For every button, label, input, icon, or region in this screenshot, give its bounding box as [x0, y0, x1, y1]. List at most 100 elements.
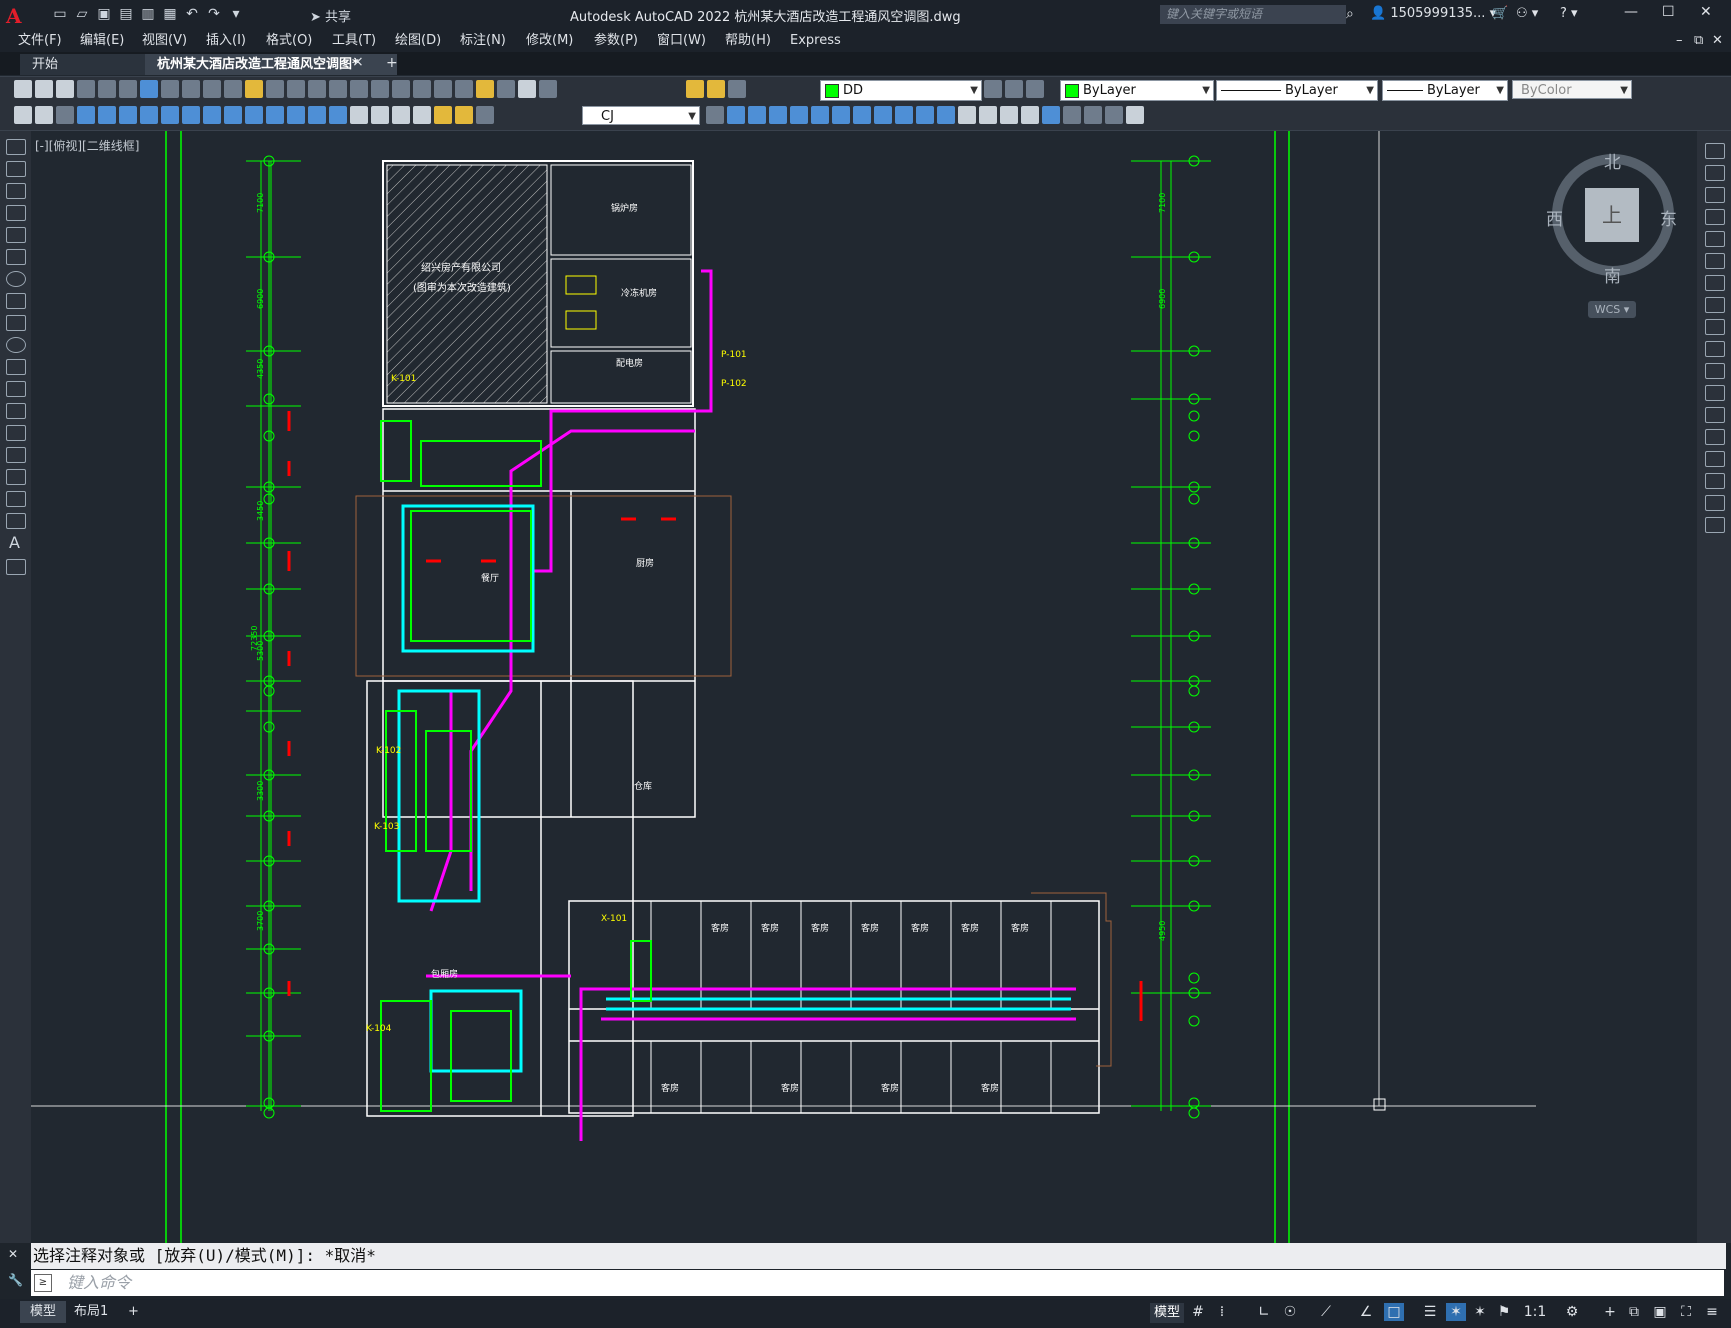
3d-union-icon[interactable] — [769, 106, 787, 124]
ellipse-arc-icon[interactable] — [6, 359, 26, 375]
offset-icon[interactable] — [1705, 209, 1725, 225]
isodraft-icon[interactable]: ⟋ — [1316, 1303, 1336, 1321]
publish-tb-icon[interactable] — [119, 80, 137, 98]
scale-dropdown[interactable]: 1:1 — [1520, 1303, 1550, 1321]
close-window-button[interactable]: ✕ — [1700, 4, 1712, 20]
command-input[interactable]: ≥ 键入命令 — [31, 1270, 1724, 1296]
model-space-button[interactable]: 模型 — [1150, 1303, 1184, 1323]
diameter-icon[interactable] — [203, 106, 221, 124]
menu-modify[interactable]: 修改(M) — [526, 30, 573, 52]
app-logo-icon[interactable]: A — [6, 4, 30, 28]
customize-qa-icon[interactable]: ▾ — [226, 4, 246, 24]
wcs-menu[interactable]: WCS ▾ — [1588, 301, 1636, 318]
layer-previous-icon[interactable] — [1005, 80, 1023, 98]
copy-object-icon[interactable] — [1705, 165, 1725, 181]
menu-format[interactable]: 格式(O) — [266, 30, 312, 52]
menu-draw[interactable]: 绘图(D) — [395, 30, 441, 52]
search-icon[interactable]: ⌕ — [1346, 6, 1354, 22]
mirror-icon[interactable] — [1705, 187, 1725, 203]
fillet-icon[interactable] — [1705, 473, 1725, 489]
brush-icon[interactable] — [245, 80, 263, 98]
help-icon[interactable]: ? ▾ — [1560, 6, 1578, 21]
polar-icon[interactable]: ☉ — [1280, 1303, 1300, 1321]
chamfer-icon[interactable] — [1705, 451, 1725, 467]
extend-icon[interactable] — [1705, 363, 1725, 379]
menu-dimension[interactable]: 标注(N) — [460, 30, 506, 52]
imprint-icon[interactable] — [1042, 106, 1060, 124]
quick-dim-icon[interactable] — [245, 106, 263, 124]
3d-align-icon[interactable] — [832, 106, 850, 124]
close-command-icon[interactable]: ✕ — [8, 1247, 18, 1261]
open-file-icon[interactable]: ▱ — [72, 4, 92, 24]
ellipse-icon[interactable] — [6, 337, 26, 353]
ortho-icon[interactable]: ∟ — [1254, 1303, 1274, 1321]
3d-mirror-icon[interactable] — [853, 106, 871, 124]
stretch-icon[interactable] — [1705, 319, 1725, 335]
pan-icon[interactable] — [308, 80, 326, 98]
blend-curves-icon[interactable] — [1705, 495, 1725, 511]
gear-icon[interactable]: ⚙ — [1562, 1303, 1582, 1321]
revcloud-icon[interactable] — [6, 293, 26, 309]
scale-icon[interactable] — [1705, 297, 1725, 313]
tab-close-icon[interactable]: × — [352, 54, 364, 70]
3d-box-icon[interactable] — [727, 106, 745, 124]
shell-icon[interactable] — [1105, 106, 1123, 124]
flatten-icon[interactable] — [1000, 106, 1018, 124]
cut-icon[interactable] — [161, 80, 179, 98]
save-icon[interactable]: ▣ — [94, 4, 114, 24]
menu-express[interactable]: Express — [790, 30, 841, 52]
open-icon[interactable] — [35, 80, 53, 98]
calculator-icon[interactable] — [497, 80, 515, 98]
new-file-icon[interactable]: ▭ — [50, 4, 70, 24]
continue-icon[interactable] — [287, 106, 305, 124]
dim-break-icon[interactable] — [329, 106, 347, 124]
dim-update-icon[interactable] — [476, 106, 494, 124]
jogged-icon[interactable] — [182, 106, 200, 124]
table-style-icon[interactable] — [56, 106, 74, 124]
region-icon[interactable] — [6, 491, 26, 507]
add-layout-button[interactable]: + — [118, 1301, 149, 1323]
erase-icon[interactable] — [1705, 143, 1725, 159]
join-icon[interactable] — [1705, 429, 1725, 445]
aligned-dim-icon[interactable] — [98, 106, 116, 124]
wrench-icon[interactable]: 🔧 — [8, 1273, 23, 1287]
design-center-icon[interactable] — [413, 80, 431, 98]
dim-override-icon[interactable] — [706, 106, 724, 124]
compass-north[interactable]: 北 — [1604, 148, 1621, 173]
color-faces-icon[interactable] — [1063, 106, 1081, 124]
doc-minimize-icon[interactable]: – — [1676, 30, 1683, 52]
center-mark-icon[interactable] — [371, 106, 389, 124]
menu-edit[interactable]: 编辑(E) — [80, 30, 124, 52]
construction-line-icon[interactable] — [6, 161, 26, 177]
menu-tools[interactable]: 工具(T) — [332, 30, 376, 52]
array-icon[interactable] — [1705, 231, 1725, 247]
search-input[interactable]: 键入关键字或短语 — [1160, 5, 1346, 24]
angular-icon[interactable] — [224, 106, 242, 124]
trim-icon[interactable] — [1705, 341, 1725, 357]
line-icon[interactable] — [6, 139, 26, 155]
3d-array-icon[interactable] — [874, 106, 892, 124]
user-account[interactable]: 👤 1505999135... ▾ — [1370, 6, 1496, 21]
radius-icon[interactable] — [161, 106, 179, 124]
move-icon[interactable] — [1705, 253, 1725, 269]
annotation-scale-icon[interactable]: ⚑ — [1494, 1303, 1514, 1321]
minimize-button[interactable]: — — [1624, 4, 1638, 20]
paste-icon[interactable] — [203, 80, 221, 98]
text-style-icon[interactable] — [35, 106, 53, 124]
markup-icon[interactable] — [476, 80, 494, 98]
make-block-icon[interactable] — [6, 403, 26, 419]
baseline-icon[interactable] — [266, 106, 284, 124]
polyline-icon[interactable] — [6, 183, 26, 199]
command-prompt-icon[interactable]: ≥ — [34, 1274, 52, 1292]
3d-copy-icon[interactable] — [748, 106, 766, 124]
save-tb-icon[interactable] — [56, 80, 74, 98]
gradient-icon[interactable] — [6, 469, 26, 485]
dim-edit-icon[interactable] — [434, 106, 452, 124]
insert-block-icon[interactable] — [6, 381, 26, 397]
layer-on-icon[interactable] — [686, 80, 704, 98]
rectangle-icon[interactable] — [6, 227, 26, 243]
tool-palettes-icon[interactable] — [434, 80, 452, 98]
undo-icon[interactable]: ↶ — [182, 4, 202, 24]
grid-icon[interactable]: # — [1188, 1303, 1208, 1321]
break-icon[interactable] — [1705, 407, 1725, 423]
